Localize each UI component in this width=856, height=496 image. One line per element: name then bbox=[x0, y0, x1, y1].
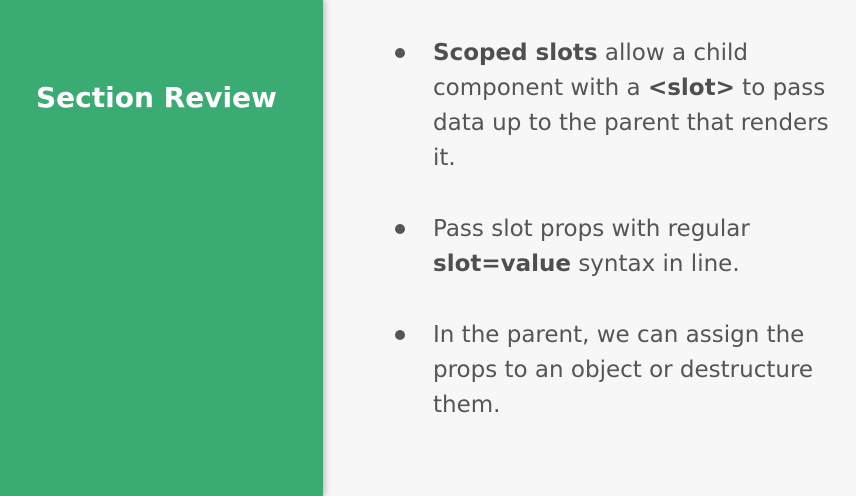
bullet-dot-icon bbox=[395, 224, 405, 234]
bullet-text: In the parent, we can assign the props t… bbox=[433, 322, 814, 418]
bullet-dot-icon bbox=[395, 48, 405, 58]
bullet-bold-lead: Scoped slots bbox=[433, 40, 598, 66]
bullet-item-parent-props: In the parent, we can assign the props t… bbox=[391, 318, 846, 423]
sidebar: Section Review bbox=[0, 0, 323, 496]
bullet-list: Scoped slots allow a child component wit… bbox=[391, 36, 846, 423]
slide: Section Review Scoped slots allow a chil… bbox=[0, 0, 856, 496]
bullet-item-scoped-slots: Scoped slots allow a child component wit… bbox=[391, 36, 846, 176]
bullet-bold-code: <slot> bbox=[647, 75, 735, 101]
content-area: Scoped slots allow a child component wit… bbox=[323, 0, 856, 496]
bullet-dot-icon bbox=[395, 330, 405, 340]
bullet-text: Pass slot props with regular bbox=[433, 216, 750, 242]
section-title: Section Review bbox=[36, 81, 277, 114]
bullet-item-slot-props: Pass slot props with regular slot=value … bbox=[391, 212, 846, 282]
bullet-text: syntax in line. bbox=[571, 251, 740, 277]
bullet-bold-code: slot=value bbox=[433, 251, 572, 277]
